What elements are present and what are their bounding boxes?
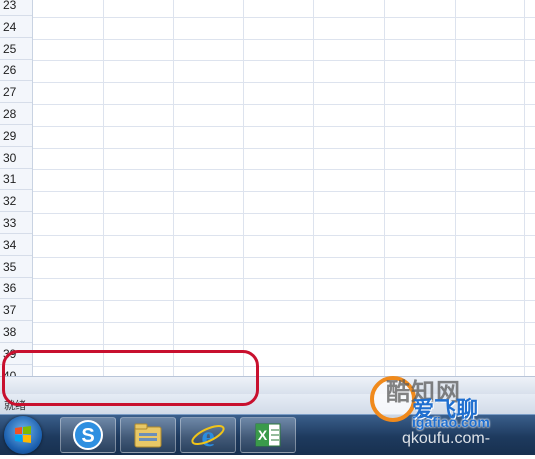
row-number[interactable]: 31: [0, 169, 32, 191]
svg-text:e: e: [201, 420, 214, 452]
row-gridline: [33, 343, 535, 345]
row-number[interactable]: 29: [0, 126, 32, 147]
excel-button[interactable]: X: [240, 417, 296, 453]
sogou-input-button[interactable]: S: [60, 417, 116, 453]
row-number[interactable]: 27: [0, 82, 32, 104]
internet-explorer-icon: e: [191, 420, 225, 453]
row-gridline: [33, 169, 535, 171]
row-gridline: [33, 256, 535, 258]
row-gridline: [33, 104, 535, 105]
row-header-column: 2324252627282930313233343536373839404142…: [0, 0, 33, 376]
column-gridline: [524, 0, 525, 376]
excel-icon: X: [255, 423, 281, 447]
column-gridline: [313, 0, 314, 376]
row-gridline: [33, 213, 535, 214]
column-gridline: [455, 0, 456, 376]
red-highlight-annotation: [2, 350, 259, 406]
watermark-url: igafiao.com: [412, 414, 490, 430]
row-gridline: [33, 38, 535, 40]
row-gridline: [33, 147, 535, 149]
row-gridline: [33, 278, 535, 280]
row-gridline: [33, 16, 535, 18]
row-gridline: [33, 82, 535, 84]
row-number[interactable]: 36: [0, 278, 32, 300]
row-number[interactable]: 26: [0, 60, 32, 82]
column-gridline: [243, 0, 244, 376]
row-gridline: [33, 191, 535, 193]
row-number[interactable]: 34: [0, 235, 32, 256]
row-number[interactable]: 35: [0, 257, 32, 278]
sogou-input-icon: S: [73, 420, 103, 450]
file-explorer-icon: [134, 423, 162, 448]
row-number[interactable]: 28: [0, 104, 32, 125]
row-number[interactable]: 24: [0, 17, 32, 38]
row-gridline: [33, 234, 535, 236]
row-gridline: [33, 300, 535, 302]
start-button[interactable]: [4, 416, 42, 454]
column-gridline: [384, 0, 385, 376]
svg-text:X: X: [258, 427, 268, 443]
row-number[interactable]: 30: [0, 148, 32, 169]
row-number[interactable]: 32: [0, 191, 32, 213]
windows-logo-icon: [15, 426, 31, 443]
row-gridline: [33, 125, 535, 127]
row-number[interactable]: 33: [0, 213, 32, 234]
watermark: 酷知网 爱飞聊 igafiao.com qkoufu.com-: [356, 372, 535, 454]
spreadsheet-grid[interactable]: 2324252627282930313233343536373839404142…: [0, 0, 535, 376]
row-number[interactable]: 25: [0, 39, 32, 60]
column-gridline: [103, 0, 104, 376]
row-number[interactable]: 23: [0, 0, 32, 16]
row-gridline: [33, 60, 535, 62]
internet-explorer-button[interactable]: e: [180, 417, 236, 453]
row-gridline: [33, 322, 535, 323]
column-gridline: [173, 0, 174, 376]
row-number[interactable]: 37: [0, 300, 32, 322]
file-explorer-button[interactable]: [120, 417, 176, 453]
watermark-url-secondary: qkoufu.com-: [402, 430, 491, 447]
row-number[interactable]: 38: [0, 322, 32, 343]
svg-text:S: S: [81, 425, 94, 447]
